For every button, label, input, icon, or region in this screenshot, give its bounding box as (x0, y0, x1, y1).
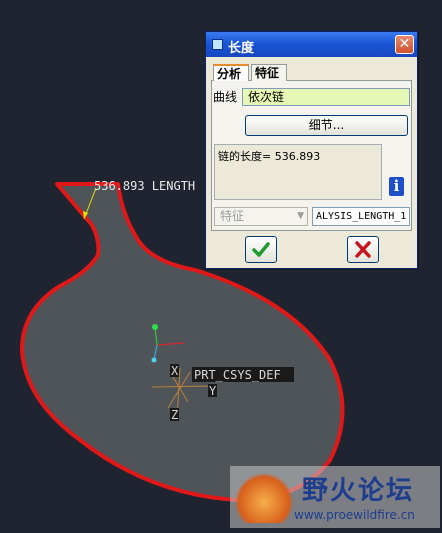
dialog-titlebar[interactable]: 长度 ✕ (206, 32, 417, 57)
cancel-button[interactable] (347, 236, 379, 263)
csys-z-text: Z (171, 408, 178, 422)
window-icon (212, 39, 223, 50)
chevron-down-icon: ▼ (297, 211, 304, 221)
close-icon: ✕ (398, 36, 411, 52)
feature-name-input[interactable]: ALYSIS_LENGTH_1 (312, 207, 410, 226)
feature-select-value: 特征 (220, 209, 245, 223)
watermark-url: www.proewildfire.cn (294, 508, 415, 522)
watermark-title: 野火论坛 (302, 476, 415, 506)
triad-y-tip (152, 324, 158, 330)
result-text-area[interactable]: 链的长度= 536.893 (214, 144, 382, 200)
dialog-title: 长度 (228, 41, 255, 56)
curve-label: 曲线 (213, 90, 238, 104)
curve-collector-field[interactable]: 依次链 (242, 88, 410, 106)
triad-z-tip (151, 357, 157, 363)
length-annotation: 536.893 LENGTH (94, 179, 195, 193)
info-icon[interactable]: i (389, 177, 404, 196)
tab-feature[interactable]: 特征 (251, 64, 287, 81)
watermark: 野火论坛 www.proewildfire.cn (230, 466, 440, 528)
length-result: 链的长度= 536.893 (218, 150, 321, 163)
feature-type-select[interactable]: 特征 ▼ (214, 207, 308, 226)
details-button[interactable]: 细节... (245, 115, 408, 136)
csys-y-text: Y (209, 384, 217, 398)
close-button[interactable]: ✕ (395, 35, 414, 54)
csys-name-label: PRT_CSYS_DEF (194, 368, 281, 382)
csys-x-text: X (171, 364, 179, 378)
length-dialog[interactable]: 长度 ✕ 分析 特征 曲线 依次链 细节... 链的长度= 536.893 i … (205, 31, 418, 269)
x-icon (355, 241, 371, 258)
checkmark-icon (252, 242, 270, 257)
ok-button[interactable] (245, 236, 277, 263)
flame-logo-icon (236, 471, 292, 523)
tab-analysis[interactable]: 分析 (213, 64, 249, 81)
